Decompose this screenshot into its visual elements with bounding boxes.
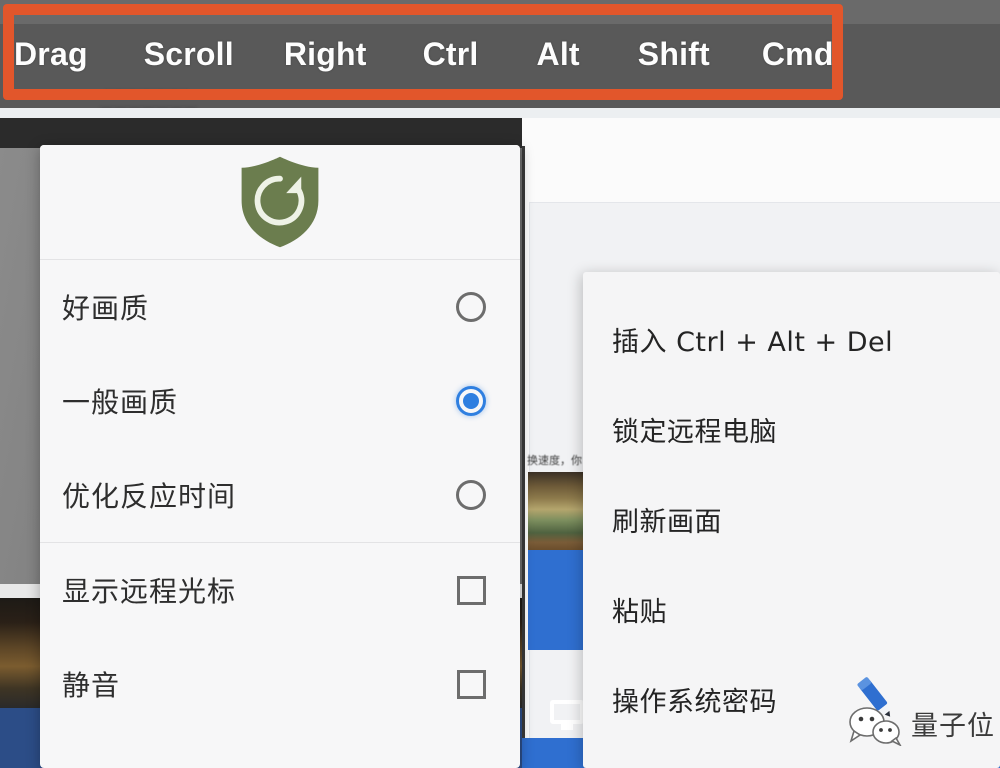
toolbar-ghost-text-middle: —————— bbox=[105, 83, 189, 98]
toggle-label: 静音 bbox=[62, 669, 121, 702]
menu-item-paste[interactable]: 粘贴 bbox=[583, 564, 1000, 654]
remote-actions-context-menu: 插入 Ctrl + Alt + Del 锁定远程电脑 刷新画面 粘贴 操作系统密… bbox=[583, 272, 1000, 768]
shield-refresh-icon bbox=[241, 156, 319, 248]
quality-option-row-normal[interactable]: 一般画质 bbox=[40, 354, 520, 448]
background-thumbnail-label: 换速度，你 bbox=[527, 455, 582, 467]
remote-control-toolbar: ———— Drag Scroll Right Ctrl Alt Shift Cm… bbox=[0, 0, 1000, 118]
menu-item-os-password[interactable]: 操作系统密码 bbox=[583, 654, 1000, 744]
menu-item-insert-ctrl-alt-del[interactable]: 插入 Ctrl + Alt + Del bbox=[583, 294, 1000, 384]
toggle-row-show-remote-cursor[interactable]: 显示远程光标 bbox=[40, 543, 520, 637]
radio-button-optimize-latency[interactable] bbox=[456, 480, 486, 510]
checkbox-show-remote-cursor[interactable] bbox=[457, 575, 486, 605]
toolbar-key-scroll[interactable]: Scroll bbox=[144, 34, 234, 74]
quality-option-label: 好画质 bbox=[62, 292, 150, 325]
quality-option-label: 一般画质 bbox=[62, 386, 179, 419]
background-thumbnail-column: 换速度，你 bbox=[525, 452, 585, 650]
toolbar-key-ctrl[interactable]: Ctrl bbox=[423, 34, 479, 74]
quality-option-label: 优化反应时间 bbox=[62, 480, 237, 513]
toolbar-key-list: Drag Scroll Right Ctrl Alt Shift Cmd bbox=[8, 28, 833, 80]
quality-options-group: 好画质 一般画质 优化反应时间 bbox=[40, 260, 520, 542]
quality-option-row-good[interactable]: 好画质 bbox=[40, 260, 520, 354]
toolbar-top-shade bbox=[0, 0, 1000, 24]
toolbar-ghost-text-top: ———— bbox=[282, 2, 330, 14]
toggle-label: 显示远程光标 bbox=[62, 575, 237, 608]
monitor-stand-shape bbox=[561, 724, 573, 730]
quality-toggles-group: 显示远程光标 静音 bbox=[40, 543, 520, 731]
quality-settings-dialog: 好画质 一般画质 优化反应时间 显示远程光标 静音 bbox=[40, 145, 520, 768]
quality-option-row-latency[interactable]: 优化反应时间 bbox=[40, 448, 520, 542]
radio-button-normal-quality[interactable] bbox=[456, 386, 486, 416]
checkbox-mute[interactable] bbox=[457, 669, 486, 699]
toolbar-key-shift[interactable]: Shift bbox=[638, 34, 710, 74]
menu-item-lock-remote-pc[interactable]: 锁定远程电脑 bbox=[583, 384, 1000, 474]
toolbar-key-drag[interactable]: Drag bbox=[14, 34, 88, 74]
toolbar-key-cmd[interactable]: Cmd bbox=[762, 34, 834, 74]
monitor-screen-shape bbox=[550, 700, 584, 724]
screenshot-root: 换速度，你 ———— Drag Scroll Right Ctrl Alt Sh… bbox=[0, 0, 1000, 768]
toolbar-key-right[interactable]: Right bbox=[284, 34, 367, 74]
background-thumbnail-blue bbox=[528, 550, 585, 650]
background-thumbnail-photo bbox=[528, 472, 585, 550]
toggle-row-mute[interactable]: 静音 bbox=[40, 637, 520, 731]
menu-item-refresh-screen[interactable]: 刷新画面 bbox=[583, 474, 1000, 564]
toolbar-bottom-line bbox=[0, 108, 1000, 118]
toolbar-key-alt[interactable]: Alt bbox=[537, 34, 580, 74]
radio-button-good-quality[interactable] bbox=[456, 292, 486, 322]
quality-dialog-header bbox=[40, 145, 520, 260]
background-window-titlebar bbox=[0, 118, 522, 148]
